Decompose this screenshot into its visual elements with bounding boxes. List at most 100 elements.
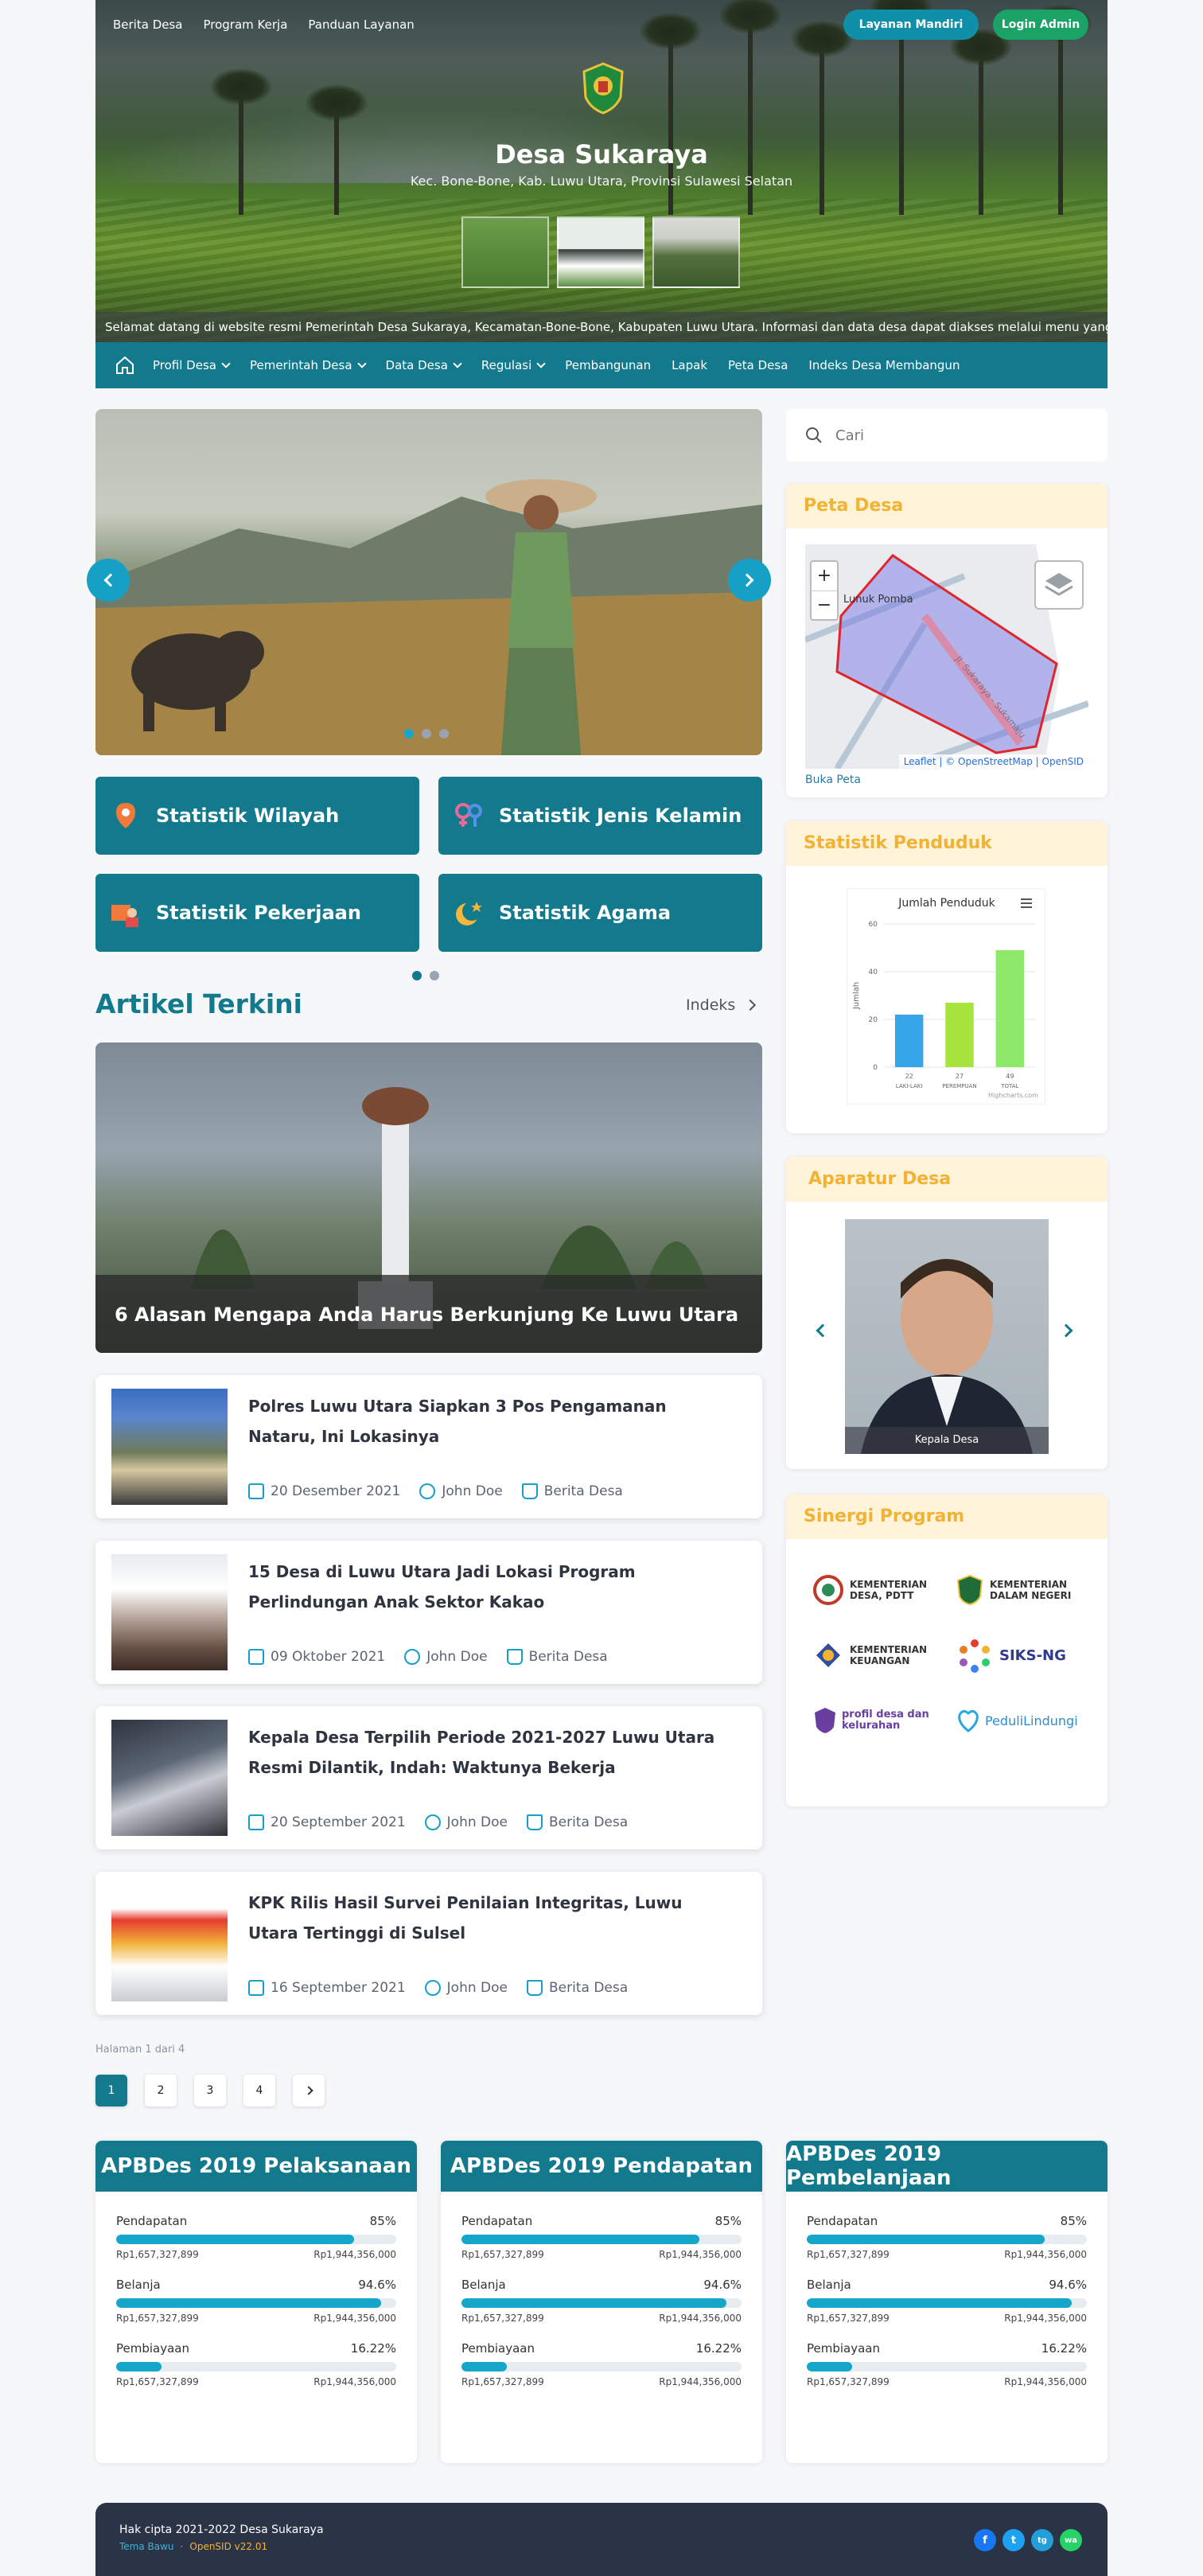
facebook-icon[interactable]: f [974, 2529, 996, 2551]
article-title[interactable]: 15 Desa di Luwu Utara Jadi Lokasi Progra… [248, 1557, 726, 1617]
aparatur-desa-card: Aparatur Desa Kepala Desa [786, 1157, 1108, 1469]
nav-item-pemerintah-desa[interactable]: Pemerintah Desa [250, 358, 367, 372]
nav-item-label: Profil Desa [153, 358, 216, 372]
nav-item-pembangunan[interactable]: Pembangunan [565, 358, 651, 372]
population-chart[interactable]: Jumlah Penduduk 0 20 40 60 Jumlah 22 LAKI-LAKI 2… [847, 888, 1045, 1105]
stat-agama-button[interactable]: Statistik Agama [438, 874, 762, 952]
chart-credit: Highcharts.com [988, 1092, 1038, 1099]
siks-ng-emblem [960, 1639, 990, 1673]
featured-article[interactable]: 6 Alasan Mengapa Anda Harus Berkunjung K… [95, 1042, 762, 1353]
slider-next-button[interactable] [728, 559, 771, 602]
pedulilindungi-emblem [958, 1709, 979, 1732]
search-box[interactable] [786, 409, 1108, 462]
apbdes-row: Belanja 94.6% Rp1,657,327,899 Rp1,944,356,… [116, 2278, 396, 2324]
stat-carousel-dots [412, 971, 439, 980]
home-icon[interactable] [115, 355, 135, 376]
article-title[interactable]: Kepala Desa Terpilih Periode 2021-2027 L… [248, 1722, 726, 1783]
row-anggaran: Rp1,944,356,000 [313, 2313, 396, 2324]
carousel-dot[interactable] [412, 971, 422, 980]
logo-siks-ng[interactable]: SIKS-NG [956, 1631, 1092, 1679]
page-button[interactable]: 2 [145, 2075, 177, 2106]
gender-icon [455, 803, 482, 827]
slider-dot[interactable] [422, 729, 431, 739]
article-date: 16 September 2021 [248, 1980, 406, 1996]
logo-text: KEMENTERIAN KEUANGAN [850, 1644, 928, 1666]
calendar-icon [248, 1814, 264, 1830]
slider-dot[interactable] [404, 729, 414, 739]
article-title[interactable]: Polres Luwu Utara Siapkan 3 Pos Pengaman… [248, 1391, 726, 1452]
slider-prev-button[interactable] [87, 559, 130, 602]
article-date: 20 September 2021 [248, 1814, 406, 1830]
article-card[interactable]: Kepala Desa Terpilih Periode 2021-2027 L… [95, 1706, 762, 1849]
logo-kemenkeu[interactable]: KEMENTERIAN KEUANGAN [813, 1631, 948, 1679]
index-link-label: Indeks [686, 996, 736, 1014]
logo-profil-desa[interactable]: profil desa dan kelurahan [813, 1697, 948, 1744]
footer-separator: · [180, 2541, 184, 2552]
nav-item-data-desa[interactable]: Data Desa [386, 358, 462, 372]
logo-kemendagri[interactable]: KEMENTERIAN DALAM NEGERI [956, 1566, 1092, 1614]
stat-wilayah-button[interactable]: Statistik Wilayah [95, 777, 419, 855]
aparatur-next-button[interactable] [1059, 1323, 1073, 1338]
article-date: 09 Oktober 2021 [248, 1649, 385, 1665]
zoom-out-button[interactable]: − [812, 590, 837, 620]
progress-fill [807, 2362, 853, 2371]
articles-index-link[interactable]: Indeks [686, 996, 757, 1014]
article-category[interactable]: Berita Desa [521, 1483, 623, 1499]
page-button[interactable]: 4 [243, 2075, 275, 2106]
row-realisasi: Rp1,657,327,899 [807, 2249, 890, 2260]
gallery-thumbnail[interactable] [461, 216, 549, 288]
gallery-thumbnail[interactable] [652, 216, 740, 288]
calendar-icon [248, 1980, 264, 1996]
nav-item-indeks-desa[interactable]: Indeks Desa Membangun [808, 358, 960, 372]
login-admin-button[interactable]: Login Admin [993, 10, 1088, 40]
stat-jenis-kelamin-button[interactable]: Statistik Jenis Kelamin [438, 777, 762, 855]
page-button[interactable]: 3 [194, 2075, 226, 2106]
nav-item-profil-desa[interactable]: Profil Desa [153, 358, 231, 372]
date-text: 16 September 2021 [271, 1980, 406, 1996]
aparatur-prev-button[interactable] [816, 1323, 830, 1338]
article-card[interactable]: KPK Rilis Hasil Survei Penilaian Integri… [95, 1872, 762, 2015]
stat-pekerjaan-button[interactable]: Statistik Pekerjaan [95, 874, 419, 952]
progress-track [807, 2298, 1087, 2308]
y-tick-label: 40 [869, 968, 878, 976]
top-link-berita[interactable]: Berita Desa [113, 18, 182, 32]
article-category[interactable]: Berita Desa [527, 1980, 628, 1996]
telegram-icon[interactable]: tg [1031, 2529, 1053, 2551]
nav-item-lapak[interactable]: Lapak [672, 358, 707, 372]
slider-dot[interactable] [439, 729, 449, 739]
next-page-button[interactable] [293, 2075, 325, 2106]
article-title[interactable]: KPK Rilis Hasil Survei Penilaian Integri… [248, 1888, 726, 1948]
footer-version[interactable]: OpenSID v22.01 [189, 2541, 267, 2552]
article-card[interactable]: 15 Desa di Luwu Utara Jadi Lokasi Progra… [95, 1541, 762, 1684]
layanan-mandiri-button[interactable]: Layanan Mandiri [843, 10, 979, 40]
map-attribution[interactable]: Leaflet | © OpenStreetMap | OpenSID [898, 754, 1088, 769]
top-link-panduan[interactable]: Panduan Layanan [308, 18, 414, 32]
whatsapp-icon[interactable]: wa [1060, 2529, 1082, 2551]
bookmark-icon [506, 1649, 523, 1665]
chart-menu-icon [1021, 906, 1032, 908]
nav-item-regulasi[interactable]: Regulasi [481, 358, 546, 372]
gallery-thumbnail[interactable] [557, 216, 644, 288]
logo-pedulilindungi[interactable]: PeduliLindungi [956, 1697, 1092, 1744]
progress-track [461, 2298, 742, 2308]
worker-icon [111, 905, 138, 927]
search-input[interactable] [835, 427, 1074, 444]
village-map[interactable]: + − Lunuk Pomba Jl. Sukaraya - Sukamaju … [805, 544, 1088, 769]
article-category[interactable]: Berita Desa [506, 1649, 608, 1665]
bookmark-icon [521, 1483, 538, 1499]
top-link-program[interactable]: Program Kerja [203, 18, 287, 32]
search-icon [806, 427, 822, 443]
carousel-dot[interactable] [430, 971, 439, 980]
open-map-link[interactable]: Buka Peta [805, 774, 861, 786]
twitter-icon[interactable]: t [1002, 2529, 1025, 2551]
page-button[interactable]: 1 [95, 2075, 127, 2106]
article-category[interactable]: Berita Desa [527, 1814, 628, 1830]
footer-theme[interactable]: Tema Bawu [119, 2541, 174, 2552]
layers-button[interactable] [1034, 560, 1084, 610]
apbdes-title: APBDes 2019 Pelaksanaan [95, 2141, 417, 2192]
zoom-in-button[interactable]: + [812, 562, 837, 590]
logo-kemendesa[interactable]: KEMENTERIAN DESA, PDTT [813, 1566, 948, 1614]
article-card[interactable]: Polres Luwu Utara Siapkan 3 Pos Pengaman… [95, 1375, 762, 1518]
apbdes-card-pembelanjaan: APBDes 2019 Pembelanjaan Pendapatan 85% R… [786, 2141, 1108, 2463]
nav-item-peta-desa[interactable]: Peta Desa [728, 358, 788, 372]
